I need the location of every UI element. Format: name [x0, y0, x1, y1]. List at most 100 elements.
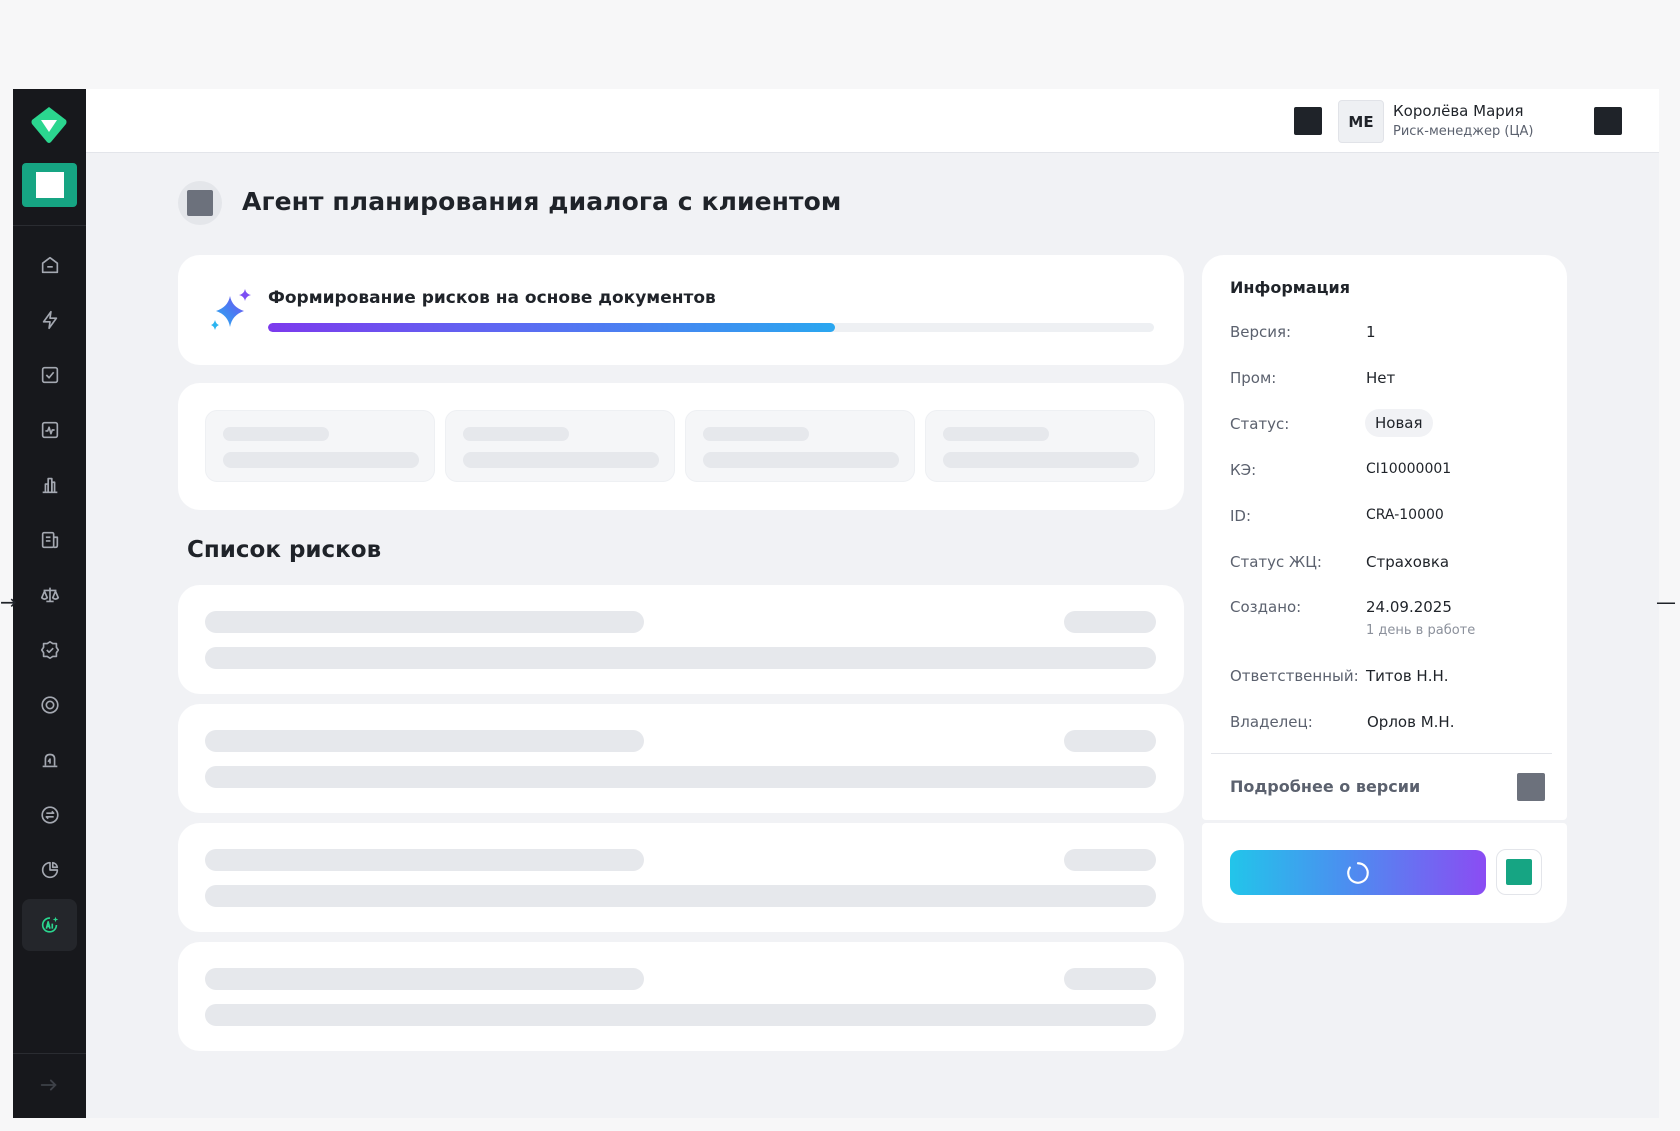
progress-bar: [268, 323, 1154, 332]
user-name: Королёва Мария: [1393, 102, 1524, 120]
dash-icon: —: [1656, 590, 1676, 614]
skeleton-line: [205, 849, 644, 871]
checkbox-icon: [41, 366, 58, 384]
info-value-ke: CI10000001: [1366, 461, 1452, 477]
progress-bar-fill: [268, 323, 836, 332]
info-label-owner: Владелец:: [1230, 713, 1313, 731]
risk-item-skeleton: [178, 704, 1184, 813]
info-label-ke: КЭ:: [1230, 461, 1257, 479]
sidebar-item-reports[interactable]: [22, 844, 77, 896]
skeleton-line: [1064, 968, 1156, 990]
stat-tile-skeleton: [685, 410, 915, 482]
skeleton-line: [943, 452, 1139, 468]
sidebar-divider: [13, 1053, 86, 1054]
info-value-owner: Орлов М.Н.: [1367, 713, 1455, 731]
secondary-action-button[interactable]: [1496, 849, 1542, 895]
risk-list-title: Список рисков: [187, 537, 382, 563]
pie-chart-icon: [41, 861, 58, 879]
info-panel-title: Информация: [1230, 278, 1350, 297]
info-label-status: Статус:: [1230, 415, 1290, 433]
sidebar-collapse-button[interactable]: [36, 1072, 62, 1098]
sidebar-divider: [13, 225, 86, 226]
skeleton-line: [205, 766, 1156, 788]
loading-spinner-icon: [1347, 861, 1369, 884]
skeleton-line: [1064, 730, 1156, 752]
back-button[interactable]: [178, 181, 222, 225]
info-panel: Информация Версия: 1 Пром: Нет Статус: Н…: [1202, 255, 1567, 820]
version-details-toggle-icon[interactable]: [1517, 773, 1545, 801]
notifications-icon[interactable]: [1294, 107, 1322, 135]
info-created-note: 1 день в работе: [1366, 623, 1476, 638]
info-label-version: Версия:: [1230, 323, 1292, 341]
home-icon: [41, 256, 58, 274]
sidebar-item-analytics[interactable]: [22, 459, 77, 511]
version-details-link[interactable]: Подробнее о версии: [1230, 777, 1420, 796]
back-icon: [187, 190, 213, 216]
action-card: [1202, 823, 1567, 923]
sidebar-item-home[interactable]: [22, 239, 77, 291]
skeleton-line: [205, 647, 1156, 669]
skeleton-line: [703, 427, 809, 441]
sidebar-item-incidents[interactable]: [22, 734, 77, 786]
info-label-responsible: Ответственный:: [1230, 667, 1359, 685]
info-divider: [1211, 753, 1552, 754]
sidebar-item-events[interactable]: [22, 294, 77, 346]
exchange-icon: [40, 806, 59, 824]
info-label-lifecycle: Статус ЖЦ:: [1230, 553, 1322, 571]
skeleton-line: [1064, 611, 1156, 633]
menu-icon[interactable]: [1594, 107, 1622, 135]
sidebar-item-monitoring[interactable]: [22, 404, 77, 456]
sidebar-item-compliance[interactable]: [22, 569, 77, 621]
risk-item-skeleton: [178, 942, 1184, 1051]
info-value-version: 1: [1366, 323, 1376, 341]
ai-icon: [41, 916, 58, 933]
action-icon: [1506, 859, 1532, 885]
progress-label: Формирование рисков на основе документов: [268, 288, 716, 308]
generate-button[interactable]: [1230, 850, 1486, 895]
sparkle-icon: [211, 289, 251, 330]
progress-card: Формирование рисков на основе документов: [178, 255, 1184, 365]
alarm-icon: [42, 753, 57, 768]
scales-icon: [40, 587, 59, 603]
page-title: Агент планирования диалога с клиентом: [242, 187, 842, 216]
app-switcher-button[interactable]: [22, 163, 77, 207]
risk-item-skeleton: [178, 823, 1184, 932]
skeleton-line: [223, 452, 419, 468]
sidebar-item-documents[interactable]: [22, 514, 77, 566]
document-icon: [41, 531, 58, 549]
skeleton-line: [463, 452, 659, 468]
info-label-prom: Пром:: [1230, 369, 1277, 387]
skeleton-line: [205, 611, 644, 633]
target-icon: [40, 696, 59, 714]
sidebar: [13, 89, 86, 1118]
avatar[interactable]: МЕ: [1338, 100, 1384, 143]
info-label-id: ID:: [1230, 507, 1252, 525]
risk-item-skeleton: [178, 585, 1184, 694]
arrow-right-icon: →: [0, 590, 17, 614]
sidebar-item-exchange[interactable]: [22, 789, 77, 841]
skeleton-line: [205, 968, 644, 990]
badge-check-icon: [40, 640, 59, 660]
stat-tile-skeleton: [925, 410, 1155, 482]
skeleton-line: [223, 427, 329, 441]
activity-icon: [41, 421, 58, 439]
sidebar-item-tasks[interactable]: [22, 349, 77, 401]
arrow-right-icon: [40, 1079, 57, 1091]
info-value-id: CRA-10000: [1366, 507, 1444, 523]
user-role: Риск-менеджер (ЦА): [1393, 124, 1534, 139]
sidebar-item-ai-agents[interactable]: [22, 899, 77, 951]
skeleton-line: [703, 452, 899, 468]
sidebar-item-controls[interactable]: [22, 624, 77, 676]
app-window: МЕ Королёва Мария Риск-менеджер (ЦА) Аге…: [13, 89, 1659, 1118]
info-value-created: 24.09.2025: [1366, 598, 1452, 616]
skeleton-line: [943, 427, 1049, 441]
sidebar-item-goals[interactable]: [22, 679, 77, 731]
logo-icon[interactable]: [29, 105, 69, 145]
info-label-created: Создано:: [1230, 598, 1302, 616]
info-value-prom: Нет: [1366, 369, 1396, 387]
info-value-lifecycle: Страховка: [1366, 553, 1450, 571]
stats-skeleton-card: [178, 383, 1184, 510]
bar-chart-icon: [42, 477, 57, 494]
stat-tile-skeleton: [205, 410, 435, 482]
skeleton-line: [1064, 849, 1156, 871]
